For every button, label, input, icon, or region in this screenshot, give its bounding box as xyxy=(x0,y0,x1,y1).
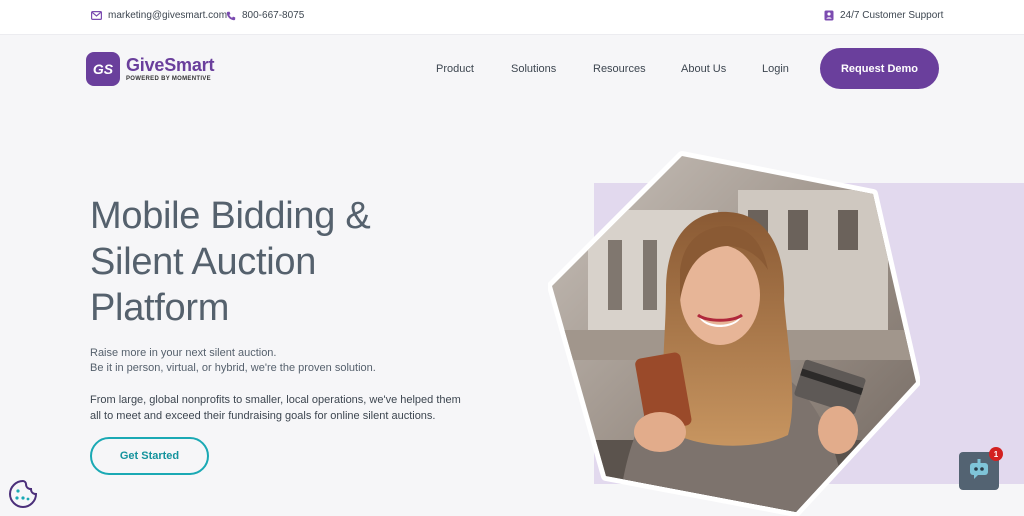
logo-tagline: POWERED BY MOMENTIVE xyxy=(126,76,211,82)
hero-title: Mobile Bidding & Silent Auction Platform xyxy=(90,193,450,331)
hero-title-line-3: Platform xyxy=(90,287,230,329)
hero-body-text: From large, global nonprofits to smaller… xyxy=(90,394,461,422)
hero-title-line-2: Silent Auction xyxy=(90,241,317,283)
site-header: GS GiveSmart POWERED BY MOMENTIVE Produc… xyxy=(0,36,1024,102)
givesmart-logo[interactable]: GS GiveSmart POWERED BY MOMENTIVE xyxy=(86,52,214,86)
nav-login[interactable]: Login xyxy=(762,63,789,75)
nav-solutions[interactable]: Solutions xyxy=(511,63,556,75)
get-started-button[interactable]: Get Started xyxy=(90,437,209,475)
contact-phone-text: 800-667-8075 xyxy=(242,10,305,21)
nav-about-us[interactable]: About Us xyxy=(681,63,726,75)
logo-name: GiveSmart xyxy=(126,55,215,75)
nav-resources[interactable]: Resources xyxy=(593,63,646,75)
top-utility-bar: marketing@givesmart.com 800-667-8075 24/… xyxy=(0,0,1024,35)
logo-badge: GS xyxy=(86,52,120,86)
mail-icon xyxy=(91,11,102,20)
logo-wordmark: GiveSmart POWERED BY MOMENTIVE xyxy=(126,56,214,82)
customer-support-text: 24/7 Customer Support xyxy=(840,10,944,21)
hero-subtitle-line-2: Be it in person, virtual, or hybrid, we'… xyxy=(90,362,376,374)
cookie-icon xyxy=(8,479,38,513)
contact-email-text: marketing@givesmart.com xyxy=(108,10,228,21)
chat-notification-badge: 1 xyxy=(989,447,1003,461)
hero-subtitle: Raise more in your next silent auction. … xyxy=(90,346,376,376)
chatbot-icon xyxy=(967,458,991,485)
contact-email[interactable]: marketing@givesmart.com xyxy=(91,10,227,21)
cookie-settings-button[interactable] xyxy=(8,479,38,509)
phone-icon xyxy=(226,11,236,21)
nav-product[interactable]: Product xyxy=(436,63,474,75)
hero-photo xyxy=(548,151,920,516)
request-demo-button[interactable]: Request Demo xyxy=(820,48,939,89)
contact-phone[interactable]: 800-667-8075 xyxy=(226,10,304,21)
support-icon xyxy=(824,10,834,21)
hero-subtitle-line-1: Raise more in your next silent auction. xyxy=(90,347,277,359)
customer-support-link[interactable]: 24/7 Customer Support xyxy=(824,10,943,21)
hero-title-line-1: Mobile Bidding & xyxy=(90,195,371,237)
